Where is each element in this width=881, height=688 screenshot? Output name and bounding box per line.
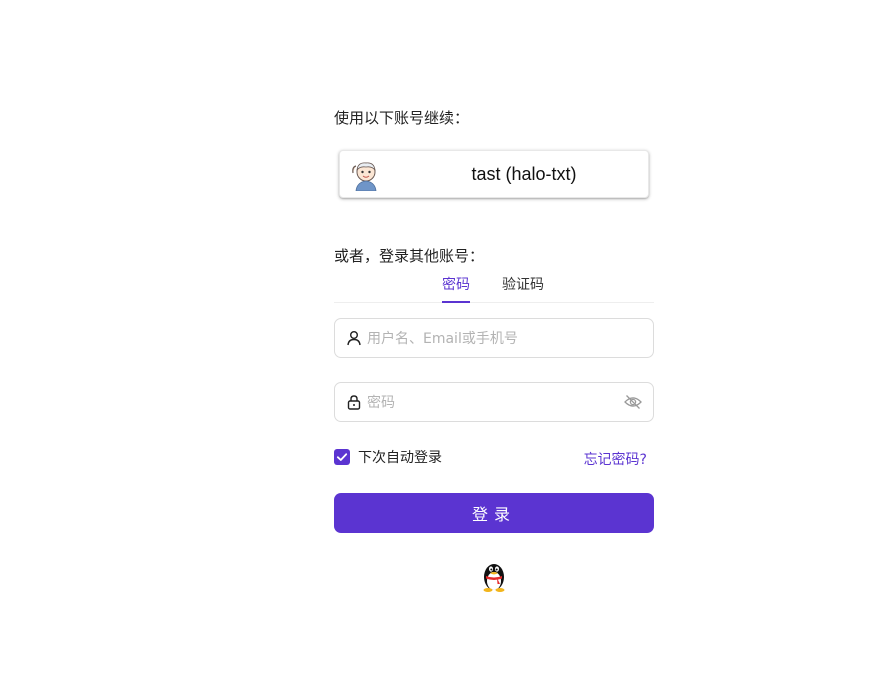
remember-me[interactable]: 下次自动登录 [334,447,442,467]
other-account-heading: 或者，登录其他账号： [334,247,485,265]
remember-checkbox[interactable] [334,449,350,465]
qq-penguin-icon[interactable] [480,560,508,592]
password-field[interactable] [334,382,654,423]
continue-heading: 使用以下账号继续： [334,109,470,127]
account-name: tast (halo-txt) [471,164,577,184]
eye-off-icon[interactable] [624,394,642,410]
login-button[interactable]: 登录 [334,493,654,533]
remember-label: 下次自动登录 [358,450,442,466]
checkmark-icon [336,453,348,461]
tab-verification-code[interactable]: 验证码 [502,274,544,302]
avatar [352,162,377,191]
forgot-password-link[interactable]: 忘记密码? [584,449,647,469]
user-icon [347,331,361,346]
password-input[interactable] [365,383,619,423]
lock-icon [347,395,361,410]
saved-account-button[interactable]: tast (halo-txt) [339,150,649,198]
username-input[interactable] [365,319,619,359]
username-field[interactable] [334,318,654,359]
tab-password[interactable]: 密码 [442,274,470,303]
login-method-tabs: 密码 验证码 [334,270,654,303]
